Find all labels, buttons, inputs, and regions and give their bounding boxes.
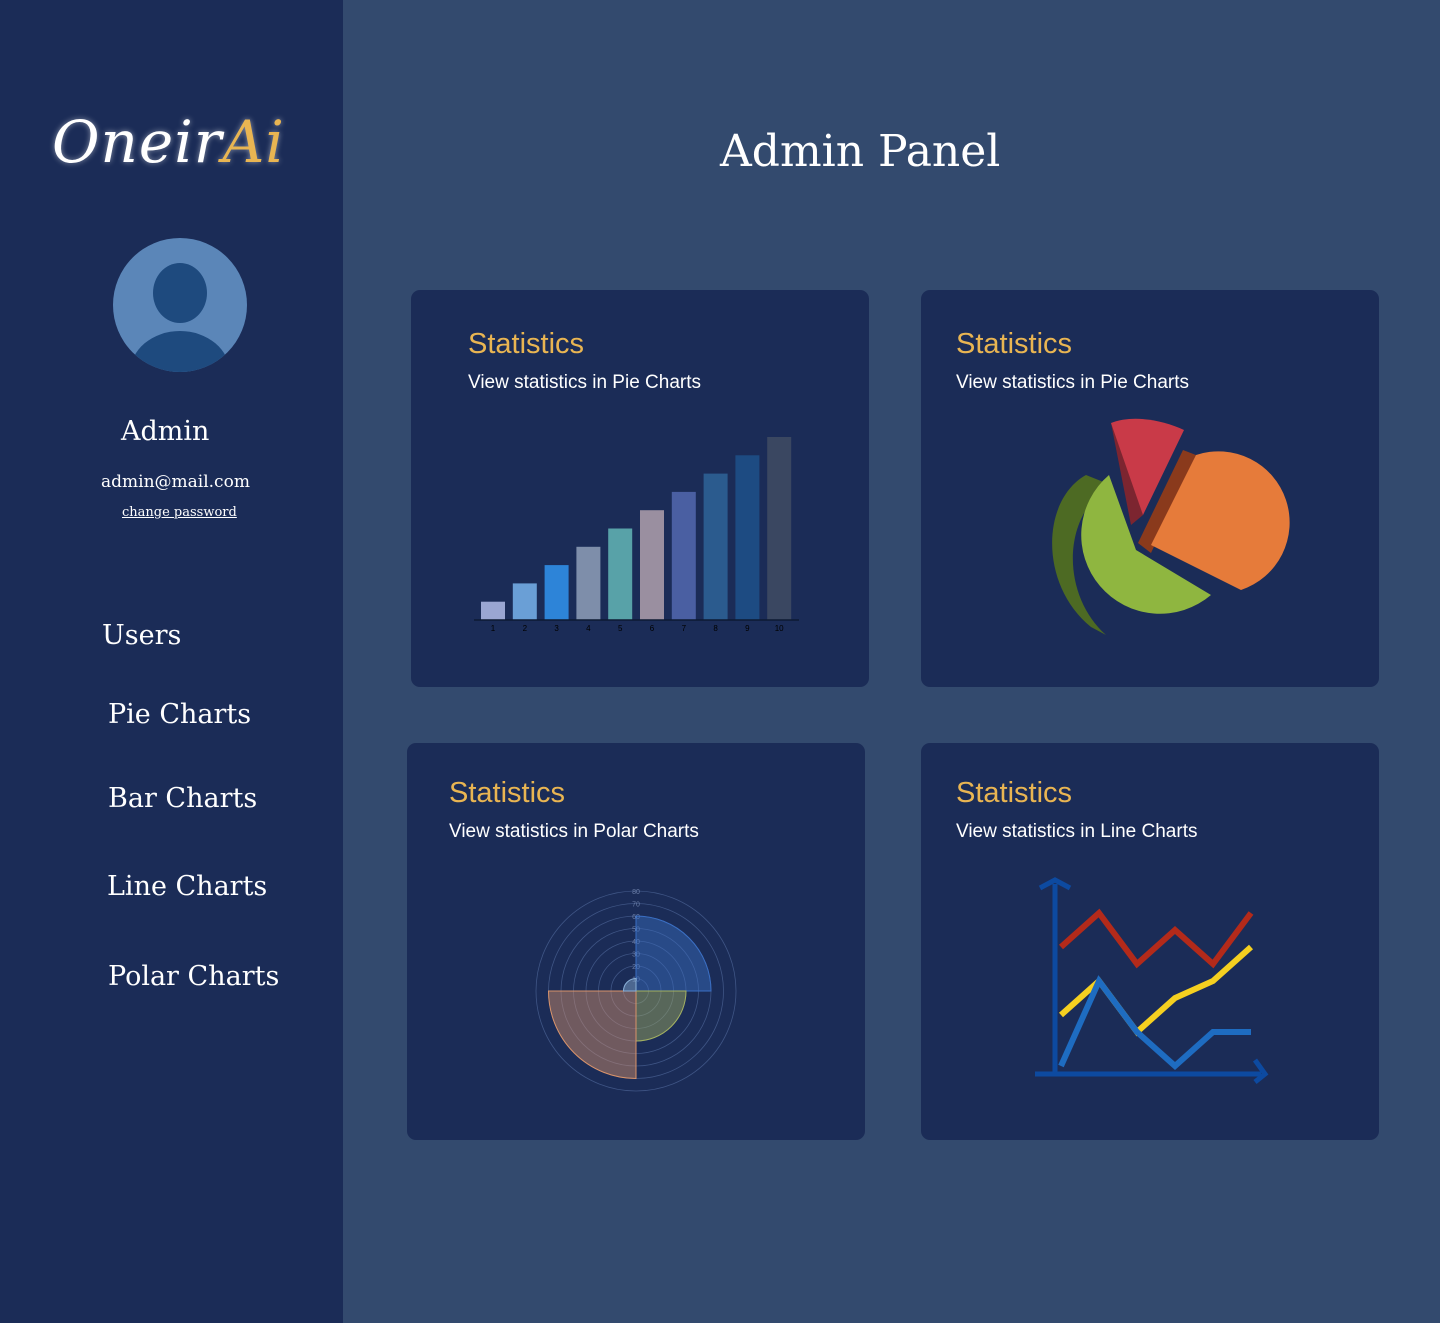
x-tick-label: 5 xyxy=(618,624,623,633)
x-tick-label: 3 xyxy=(554,624,559,633)
stats-card-bar[interactable]: Statistics View statistics in Pie Charts… xyxy=(411,290,869,687)
bar-2 xyxy=(512,583,537,620)
r-tick-label: 70 xyxy=(632,902,640,909)
profile-email: admin@mail.com xyxy=(101,472,250,492)
nav-item-polar-charts[interactable]: Polar Charts xyxy=(108,961,279,992)
bar-4 xyxy=(576,546,601,620)
nav-item-bar-charts[interactable]: Bar Charts xyxy=(108,783,257,814)
x-tick-label: 1 xyxy=(491,624,496,633)
card-subtitle: View statistics in Pie Charts xyxy=(956,372,1190,393)
sidebar: OneirAi Admin admin@mail.com change pass… xyxy=(0,0,343,1323)
card-title: Statistics xyxy=(468,328,585,360)
card-subtitle: View statistics in Line Charts xyxy=(956,821,1198,842)
stats-card-polar[interactable]: Statistics View statistics in Polar Char… xyxy=(407,743,865,1140)
x-tick-label: 7 xyxy=(682,624,687,633)
line-series xyxy=(1058,908,1254,969)
card-title: Statistics xyxy=(956,777,1073,809)
bar-6 xyxy=(640,510,664,620)
x-tick-label: 4 xyxy=(586,624,591,633)
polar-segment xyxy=(635,990,687,1042)
pie-slice-orange xyxy=(1151,451,1290,590)
bar-5 xyxy=(608,528,633,620)
nav-item-line-charts[interactable]: Line Charts xyxy=(107,871,267,902)
polar-chart-thumbnail: 1020304050607080 xyxy=(535,889,737,1092)
bar-8 xyxy=(703,473,728,620)
avatar[interactable] xyxy=(113,238,247,372)
card-subtitle: View statistics in Pie Charts xyxy=(468,372,702,393)
page-title: Admin Panel xyxy=(720,126,1001,177)
nav-item-pie-charts[interactable]: Pie Charts xyxy=(108,699,251,730)
bar-10 xyxy=(767,437,792,620)
stats-card-pie[interactable]: Statistics View statistics in Pie Charts xyxy=(921,290,1379,687)
polar-segment xyxy=(635,915,712,992)
line-series xyxy=(1058,944,1254,1037)
x-tick-label: 10 xyxy=(775,624,784,633)
user-icon xyxy=(130,263,230,372)
brand-logo[interactable]: OneirAi xyxy=(52,108,285,176)
line-chart-thumbnail xyxy=(1035,877,1269,1084)
x-axis-arrow xyxy=(1252,1058,1269,1084)
change-password-link[interactable]: change password xyxy=(122,505,237,520)
x-tick-label: 8 xyxy=(713,624,718,633)
polar-segment xyxy=(622,977,637,992)
card-title: Statistics xyxy=(449,777,566,809)
bar-1 xyxy=(481,601,505,620)
card-title: Statistics xyxy=(956,328,1073,360)
x-tick-label: 9 xyxy=(745,624,750,633)
bar-chart-thumbnail: 1 2 3 4 5 6 7 8 9 10 xyxy=(474,437,799,633)
nav-item-users[interactable]: Users xyxy=(102,620,181,651)
bar-3 xyxy=(544,565,569,620)
x-tick-label: 2 xyxy=(523,624,528,633)
polar-segment xyxy=(547,990,637,1080)
line-series xyxy=(1058,975,1251,1071)
card-subtitle: View statistics in Polar Charts xyxy=(449,821,699,842)
bar-7 xyxy=(671,491,696,620)
pie-chart-thumbnail xyxy=(1052,418,1290,635)
x-tick-label: 6 xyxy=(650,624,655,633)
r-tick-label: 80 xyxy=(632,889,640,896)
profile-name: Admin xyxy=(121,416,210,447)
bar-9 xyxy=(735,455,760,620)
stats-card-line[interactable]: Statistics View statistics in Line Chart… xyxy=(921,743,1379,1140)
